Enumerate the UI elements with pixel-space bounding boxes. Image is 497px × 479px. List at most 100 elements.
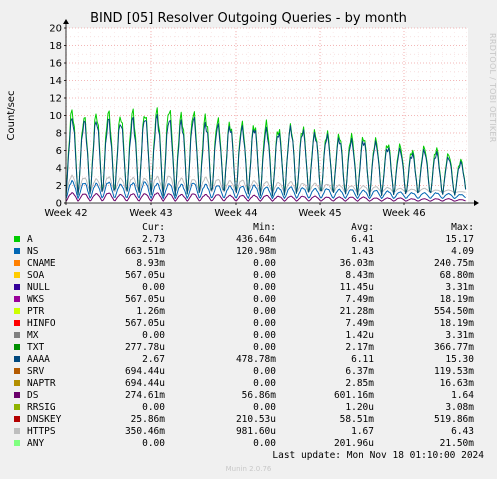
legend-name: MX [27, 330, 39, 341]
legend-row: A 2.73 436.64m 6.41 15.17 [0, 234, 497, 246]
legend-swatch [14, 308, 20, 314]
legend-max: 366.77m [433, 342, 474, 353]
chart-area: 02468101214161820Week 42 Week 43 Week 44 We… [6, 19, 479, 219]
legend-header-min: Min: [253, 222, 276, 233]
legend-avg: 58.51m [339, 414, 374, 425]
legend-row: AAAA 2.67 478.78m 6.11 15.30 [0, 354, 497, 366]
y-tick-label: 14 [49, 76, 62, 87]
legend-avg: 1.43 [351, 246, 374, 257]
legend-row: DS 274.61m 56.86m 601.16m 1.64 [0, 390, 497, 402]
legend-name: NULL [27, 282, 50, 293]
y-tick-label: 12 [49, 94, 62, 105]
legend-name: SOA [27, 270, 45, 281]
legend-cur: 663.51m [124, 246, 165, 257]
legend-swatch [14, 260, 20, 266]
legend-swatch [14, 416, 20, 422]
legend-min: 120.98m [235, 246, 276, 257]
y-tick-label: 6 [56, 146, 62, 157]
y-tick-label: 10 [49, 111, 62, 122]
legend-max: 554.50m [433, 306, 474, 317]
legend-cur: 567.05u [124, 270, 165, 281]
legend-max: 15.17 [445, 234, 474, 245]
x-tick-label: Week 46 [382, 208, 425, 219]
legend-header: Cur: Min: Avg: Max: [0, 222, 497, 234]
legend-cur: 350.46m [124, 426, 165, 437]
y-tick-label: 8 [56, 129, 62, 140]
legend-avg: 21.28m [339, 306, 374, 317]
legend-cur: 567.05u [124, 294, 165, 305]
legend-row: MX 0.00 0.00 1.42u 3.31m [0, 330, 497, 342]
legend-avg: 7.49m [345, 294, 374, 305]
legend-name: DS [27, 390, 39, 401]
legend-max: 18.19m [439, 294, 474, 305]
legend-max: 3.08m [445, 402, 474, 413]
legend-swatch [14, 320, 20, 326]
legend-avg: 6.11 [351, 354, 374, 365]
legend-min: 0.00 [253, 270, 276, 281]
y-axis-label: Count/sec [6, 91, 17, 141]
legend-swatch [14, 332, 20, 338]
legend-cur: 1.26m [136, 306, 165, 317]
legend-row: HTTPS 350.46m 981.60u 1.67 6.43 [0, 426, 497, 438]
legend-min: 981.60u [235, 426, 276, 437]
x-tick-label: Week 45 [298, 208, 341, 219]
y-tick-label: 2 [56, 181, 62, 192]
legend-avg: 6.37m [345, 366, 374, 377]
y-tick-label: 4 [56, 164, 62, 175]
legend-avg: 601.16m [333, 390, 374, 401]
legend-swatch [14, 392, 20, 398]
legend-name: DNSKEY [27, 414, 62, 425]
legend-max: 16.63m [439, 378, 474, 389]
legend-row: CNAME 8.93m 0.00 36.03m 240.75m [0, 258, 497, 270]
legend-max: 119.53m [433, 366, 474, 377]
legend-max: 68.80m [439, 270, 474, 281]
legend-cur: 694.44u [124, 378, 165, 389]
y-tick-label: 18 [49, 41, 62, 52]
legend-max: 240.75m [433, 258, 474, 269]
legend-header-avg: Avg: [351, 222, 374, 233]
legend-swatch [14, 380, 20, 386]
legend-max: 1.64 [451, 390, 474, 401]
legend-swatch [14, 272, 20, 278]
legend-name: SRV [27, 366, 45, 377]
legend-max: 21.50m [439, 438, 474, 449]
legend-name: WKS [27, 294, 45, 305]
legend-swatch [14, 368, 20, 374]
legend-name: NAPTR [27, 378, 56, 389]
legend-min: 0.00 [253, 366, 276, 377]
legend-cur: 274.61m [124, 390, 165, 401]
legend-swatch [14, 404, 20, 410]
legend-swatch [14, 428, 20, 434]
legend-swatch [14, 296, 20, 302]
legend-swatch [14, 284, 20, 290]
legend-name: ANY [27, 438, 45, 449]
legend-cur: 2.73 [142, 234, 165, 245]
legend-name: TXT [27, 342, 45, 353]
legend-cur: 694.44u [124, 366, 165, 377]
legend-cur: 0.00 [142, 402, 165, 413]
legend-max: 4.09 [451, 246, 474, 257]
legend-min: 0.00 [253, 318, 276, 329]
y-axis-arrow [63, 19, 69, 24]
legend-min: 0.00 [253, 378, 276, 389]
legend-avg: 11.45u [339, 282, 374, 293]
legend-swatch [14, 236, 20, 242]
legend-name: CNAME [27, 258, 56, 269]
legend-row: SOA 567.05u 0.00 8.43m 68.80m [0, 270, 497, 282]
legend-name: HINFO [27, 318, 56, 329]
legend-min: 0.00 [253, 342, 276, 353]
legend-min: 0.00 [253, 294, 276, 305]
legend-cur: 0.00 [142, 438, 165, 449]
legend-row: DNSKEY 25.86m 210.53u 58.51m 519.86m [0, 414, 497, 426]
legend-min: 56.86m [241, 390, 276, 401]
legend-min: 0.00 [253, 438, 276, 449]
legend-max: 18.19m [439, 318, 474, 329]
legend-name: A [27, 234, 33, 245]
legend-cur: 25.86m [130, 414, 165, 425]
legend-min: 478.78m [235, 354, 276, 365]
legend-avg: 2.17m [345, 342, 374, 353]
legend-min: 0.00 [253, 306, 276, 317]
legend-min: 210.53u [235, 414, 276, 425]
legend-min: 436.64m [235, 234, 276, 245]
legend-cur: 0.00 [142, 330, 165, 341]
